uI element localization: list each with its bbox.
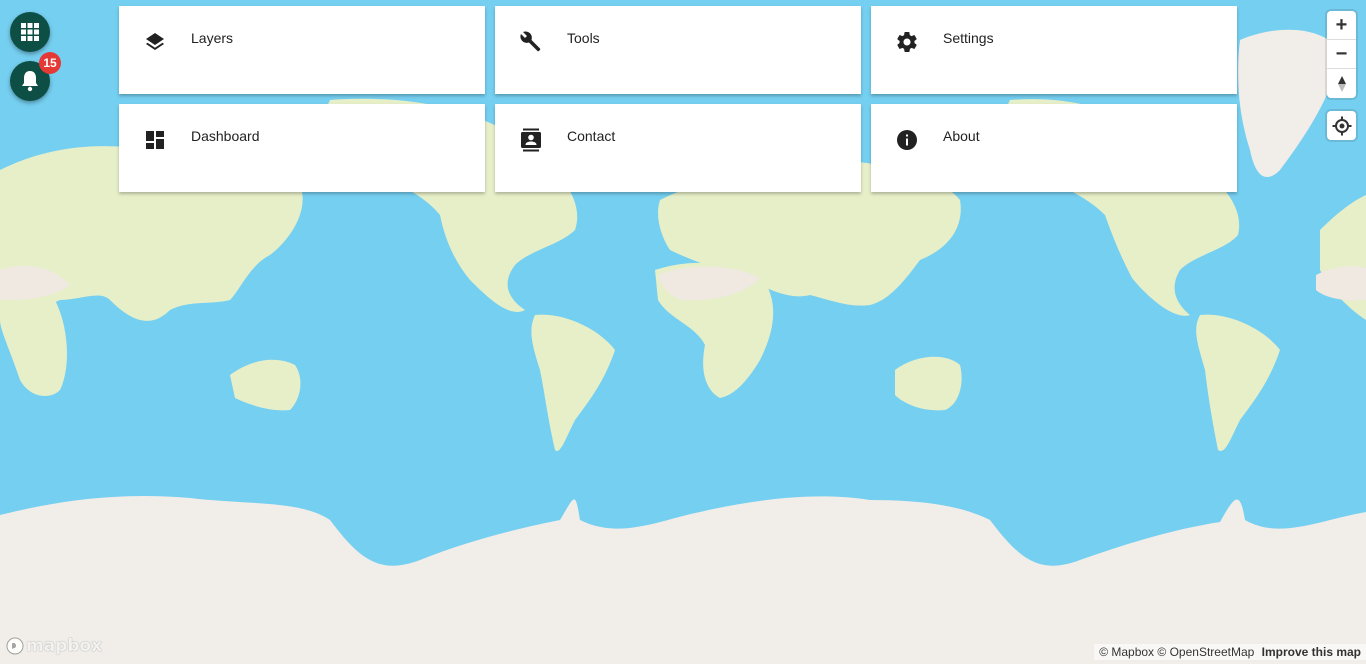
gear-icon	[897, 32, 917, 52]
apps-grid-icon	[21, 23, 39, 41]
world-basemap	[0, 0, 1366, 664]
notification-count-badge: 15	[39, 52, 61, 74]
menu-item-label: Tools	[567, 30, 600, 46]
menu-item-label: Settings	[943, 30, 994, 46]
zoom-out-button[interactable]: −	[1327, 40, 1356, 69]
menu-item-tools[interactable]: Tools	[495, 6, 861, 94]
menu-item-dashboard[interactable]: Dashboard	[119, 104, 485, 192]
notifications-button[interactable]: 15	[10, 52, 61, 101]
apps-button[interactable]	[10, 12, 50, 52]
minus-icon: −	[1335, 43, 1348, 65]
improve-map-link[interactable]: Improve this map	[1262, 645, 1361, 659]
menu-item-about[interactable]: About	[871, 104, 1237, 192]
wrench-icon	[520, 31, 541, 52]
contact-icon	[521, 128, 541, 152]
menu-item-contact[interactable]: Contact	[495, 104, 861, 192]
compass-icon	[1337, 75, 1346, 92]
zoom-in-button[interactable]: +	[1327, 11, 1356, 40]
attribution-bar: © Mapbox © OpenStreetMap Improve this ma…	[1094, 644, 1366, 660]
crosshair-icon	[1332, 116, 1351, 135]
plus-icon: +	[1335, 14, 1348, 36]
layers-icon	[146, 33, 164, 50]
menu-item-label: Dashboard	[191, 128, 260, 144]
menu-item-label: About	[943, 128, 980, 144]
menu-item-settings[interactable]: Settings	[871, 6, 1237, 94]
reset-bearing-button[interactable]	[1327, 69, 1356, 98]
geolocate-button[interactable]	[1327, 111, 1356, 140]
navigation-control: + −	[1327, 11, 1356, 98]
attribution-osm-link[interactable]: © OpenStreetMap	[1157, 645, 1254, 659]
info-icon	[897, 130, 917, 150]
bell-icon	[22, 71, 38, 92]
menu-item-layers[interactable]: Layers	[119, 6, 485, 94]
map-canvas[interactable]: 15 Layers Tools Settings Dashboard Conta…	[0, 0, 1366, 664]
menu-item-label: Layers	[191, 30, 234, 46]
attribution-mapbox-link[interactable]: © Mapbox	[1099, 645, 1154, 659]
dashboard-icon	[146, 131, 164, 149]
mapbox-wordmark: mapbox	[26, 636, 103, 656]
geolocate-control	[1327, 111, 1356, 140]
menu-item-label: Contact	[567, 128, 616, 144]
mapbox-logo[interactable]: mapbox	[6, 636, 102, 656]
mapbox-mark-icon	[6, 637, 24, 655]
